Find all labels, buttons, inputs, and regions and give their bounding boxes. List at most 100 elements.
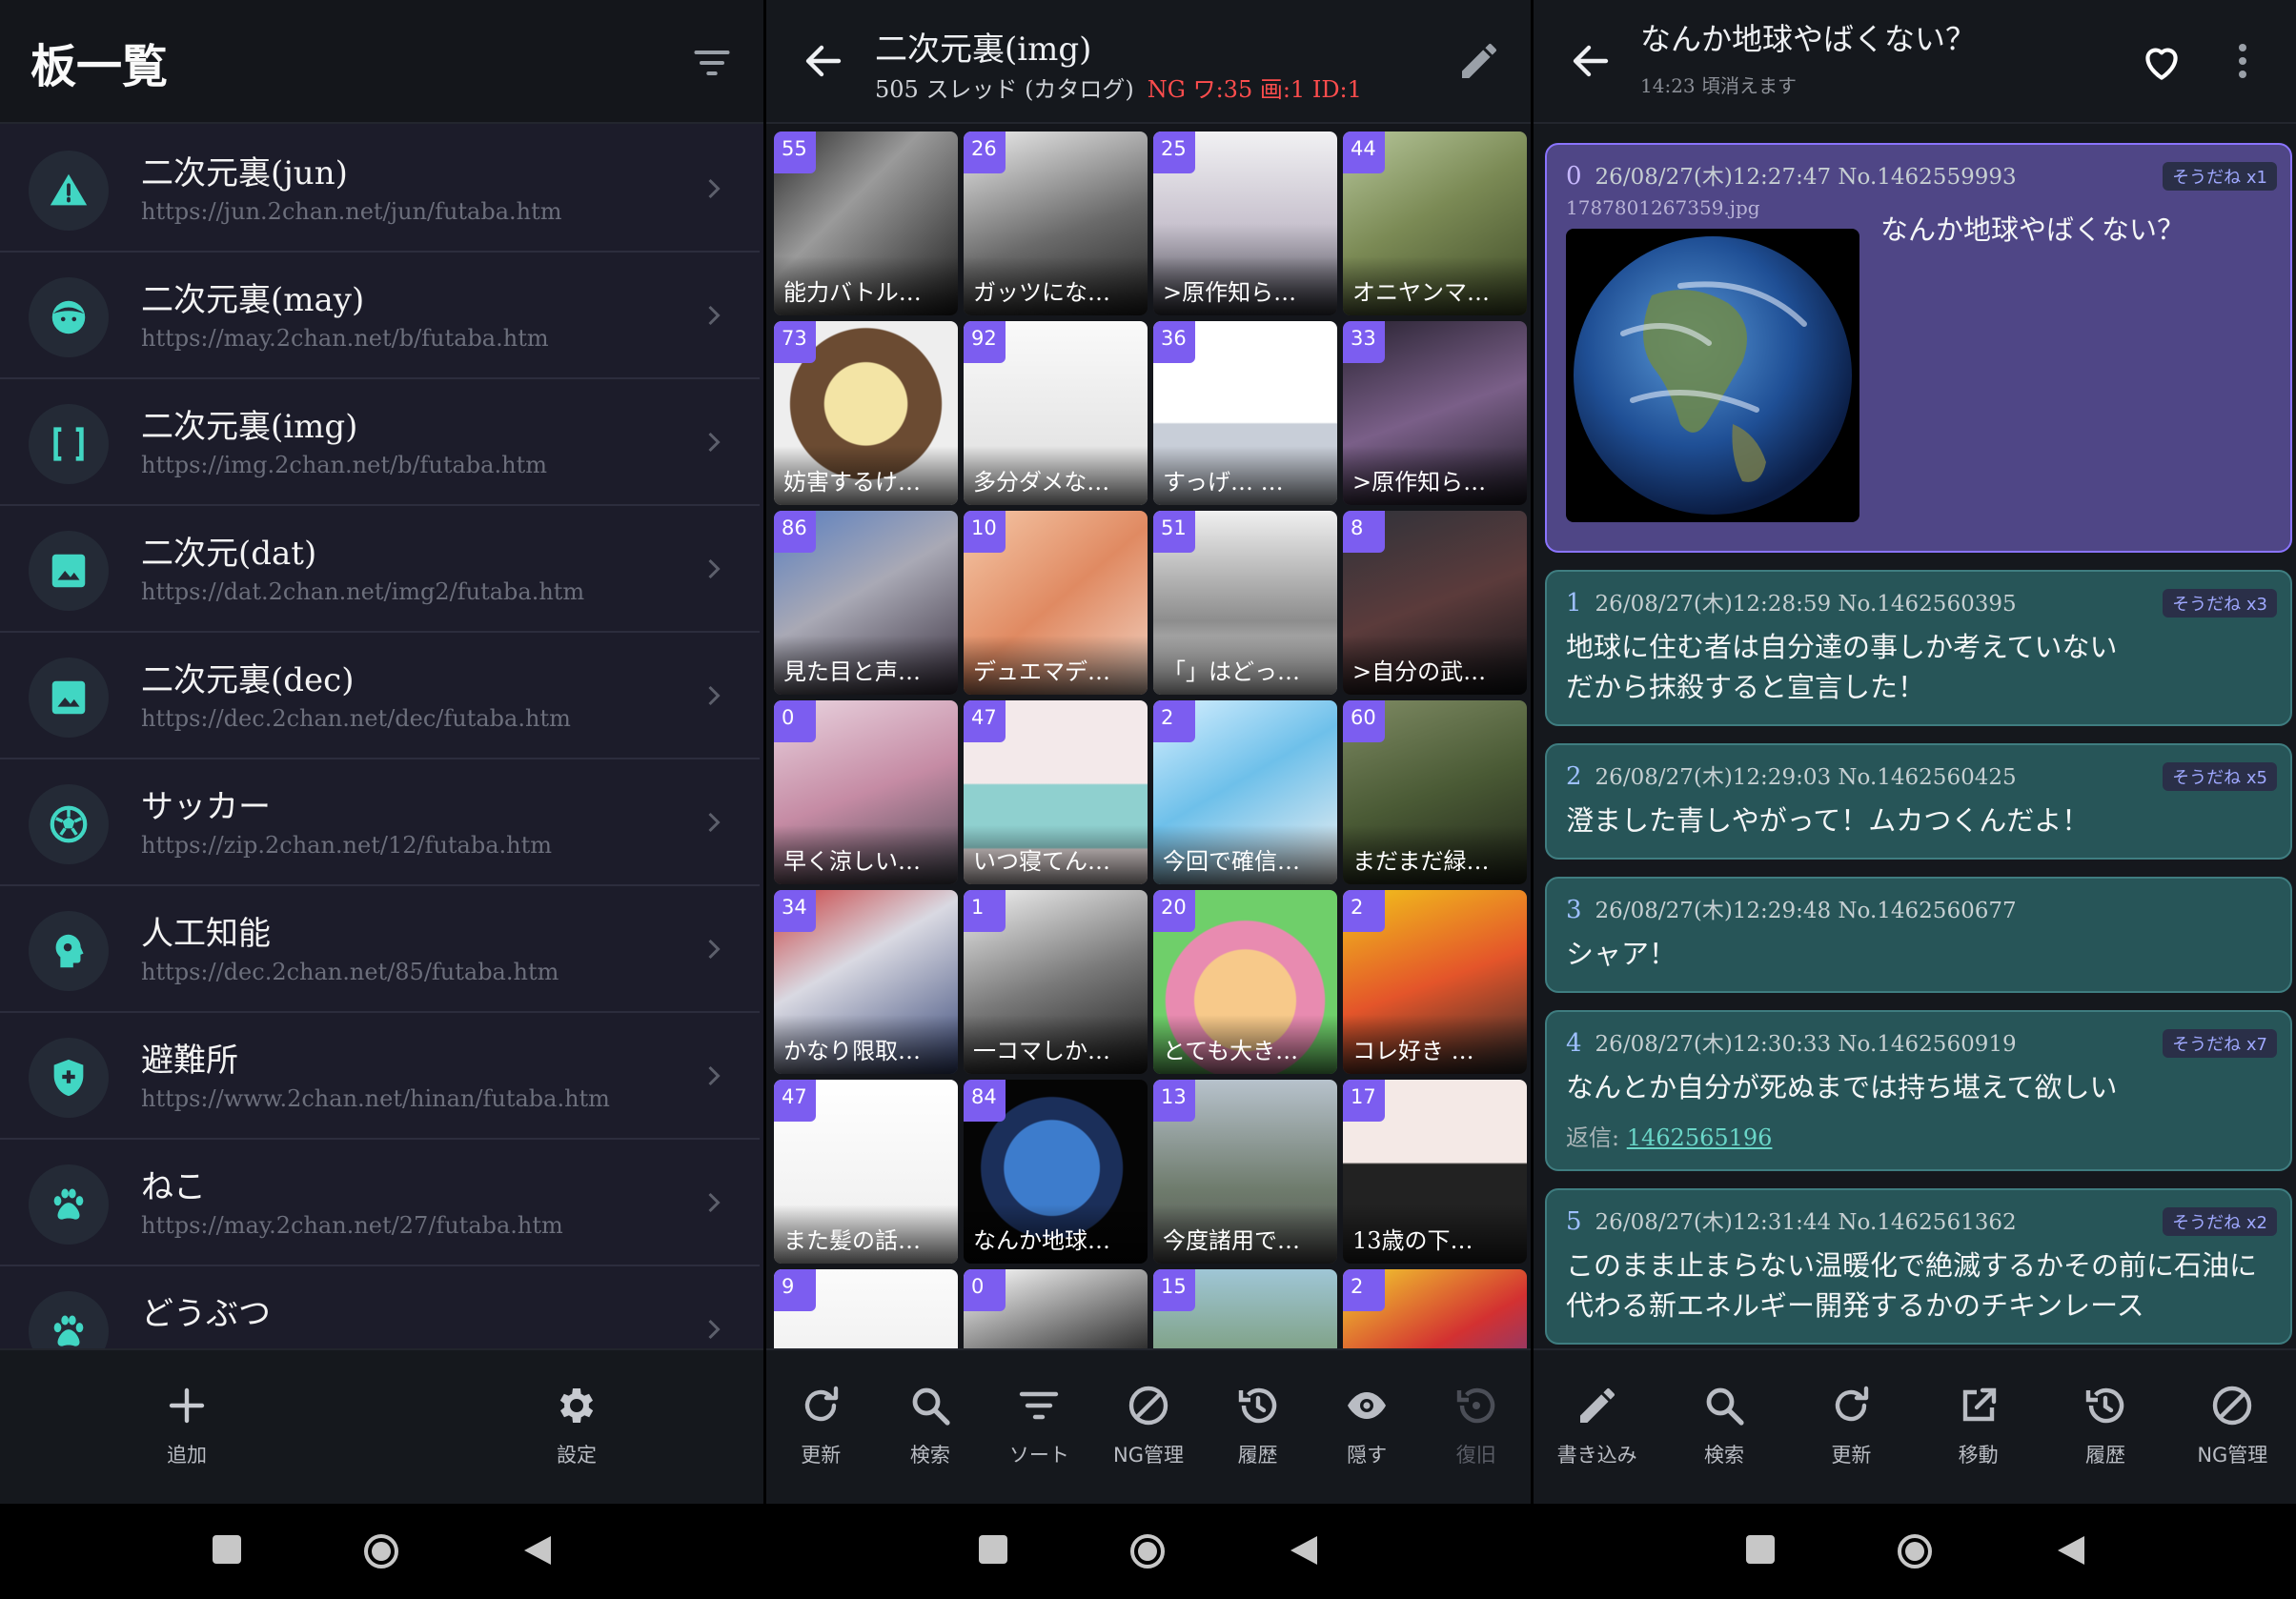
block-button[interactable]: NG管理 <box>2170 1383 2294 1468</box>
action-label: 更新 <box>801 1444 842 1467</box>
more-vert-icon[interactable] <box>2220 38 2266 84</box>
thread-thumbnail[interactable]: 26 ガッツにな… <box>964 132 1148 315</box>
board-item[interactable]: 二次元裏(may) https://may.2chan.net/b/futaba.… <box>0 253 760 379</box>
thread-thumbnail[interactable]: 84 なんか地球… <box>964 1080 1148 1264</box>
action-label: 履歴 <box>1237 1444 1278 1467</box>
action-label: 検索 <box>909 1444 950 1467</box>
reply-post[interactable]: 5 26/08/27(木)12:31:44 No.1462561362 そうだね x… <box>1545 1188 2292 1345</box>
thread-thumbnail[interactable]: 51 「」はどっ… <box>1153 511 1337 695</box>
reply-post[interactable]: 2 26/08/27(木)12:29:03 No.1462560425 そうだね x… <box>1545 743 2292 860</box>
thread-caption: また髪の話… <box>774 1204 958 1264</box>
thread-thumbnail[interactable]: 2 今回で確信… <box>1153 700 1337 884</box>
board-item[interactable]: 二次元裏(jun) https://jun.2chan.net/jun/futab… <box>0 126 760 253</box>
home-button[interactable] <box>362 1532 400 1574</box>
thread-thumbnail[interactable]: 34 かなり限取… <box>774 890 958 1074</box>
thread-thumbnail[interactable]: 0 早く涼しい… <box>774 700 958 884</box>
reply-link[interactable]: 1462565196 <box>1627 1124 1773 1151</box>
eye-button[interactable]: 隠す <box>1305 1383 1429 1468</box>
board-list-action-bar: 追加 設定 <box>0 1348 763 1504</box>
thread-thumbnail[interactable]: 44 オニヤンマ… <box>1343 132 1527 315</box>
thread-thumbnail[interactable]: 15 <box>1153 1269 1337 1348</box>
reply-post[interactable]: 4 26/08/27(木)12:30:33 No.1462560919 そうだね x… <box>1545 1010 2292 1171</box>
sodane-badge[interactable]: そうだね x7 <box>2163 1029 2277 1058</box>
home-button[interactable] <box>1128 1532 1167 1574</box>
search-button[interactable]: 検索 <box>1662 1383 1786 1468</box>
page-title: 板一覧 <box>30 40 169 93</box>
block-button[interactable]: NG管理 <box>1087 1383 1210 1468</box>
image-icon <box>29 531 109 611</box>
pencil-icon <box>1575 1383 1620 1428</box>
open-in-new-button[interactable]: 移動 <box>1917 1383 2041 1468</box>
thread-thumbnail[interactable]: 25 >原作知ら… <box>1153 132 1337 315</box>
thread-thumbnail[interactable]: 47 いつ寝てん… <box>964 700 1148 884</box>
sodane-badge[interactable]: そうだね x5 <box>2163 762 2277 791</box>
reply-reference: 返信: 1462565196 <box>1566 1119 2271 1152</box>
thread-thumbnail[interactable]: 60 まだまだ緑… <box>1343 700 1527 884</box>
thread-thumbnail[interactable]: 2 コレ好き … <box>1343 890 1527 1074</box>
refresh-button[interactable]: 更新 <box>1789 1383 1913 1468</box>
thread-thumbnail[interactable]: 20 とても大き… <box>1153 890 1337 1074</box>
thread-caption: 13歳の下… <box>1343 1204 1527 1264</box>
reply-post[interactable]: 1 26/08/27(木)12:28:59 No.1462560395 そうだね x… <box>1545 570 2292 726</box>
heart-icon[interactable] <box>2138 38 2185 86</box>
back-arrow-icon[interactable] <box>1568 38 1614 84</box>
board-item[interactable]: 二次元裏(img) https://img.2chan.net/b/futaba.… <box>0 379 760 506</box>
back-nav-button[interactable] <box>522 1534 553 1570</box>
thread-thumbnail[interactable]: 17 13歳の下… <box>1343 1080 1527 1264</box>
thread-thumbnail[interactable]: 73 妨害するけ… <box>774 321 958 505</box>
board-item[interactable]: ねこ https://may.2chan.net/27/futaba.htm <box>0 1140 760 1266</box>
sodane-badge[interactable]: そうだね x2 <box>2163 1207 2277 1236</box>
board-item[interactable]: 人工知能 https://dec.2chan.net/85/futaba.htm <box>0 886 760 1013</box>
reply-count-badge: 2 <box>1343 890 1385 932</box>
back-nav-button[interactable] <box>2056 1534 2086 1570</box>
history-button[interactable]: 履歴 <box>2043 1383 2167 1468</box>
refresh-button[interactable]: 更新 <box>766 1383 883 1468</box>
thread-thumbnail[interactable]: 10 デュエマデ… <box>964 511 1148 695</box>
sodane-badge[interactable]: そうだね x3 <box>2163 589 2277 617</box>
back-nav-button[interactable] <box>1289 1534 1319 1570</box>
recent-apps-button[interactable] <box>1745 1534 1776 1569</box>
thread-thumbnail[interactable]: 86 見た目と声… <box>774 511 958 695</box>
recent-apps-button[interactable] <box>212 1534 242 1569</box>
sort-icon[interactable] <box>691 42 733 84</box>
reply-post[interactable]: 3 26/08/27(木)12:29:48 No.1462560677 シャア！ <box>1545 877 2292 993</box>
pencil-button[interactable]: 書き込み <box>1535 1383 1659 1468</box>
thread-thumbnail[interactable]: 8 >自分の武… <box>1343 511 1527 695</box>
home-button[interactable] <box>1896 1532 1934 1574</box>
add-button[interactable]: 追加 <box>125 1383 249 1468</box>
op-post[interactable]: 0 26/08/27(木)12:27:47 No.1462559993 そうだね … <box>1545 143 2292 553</box>
recent-apps-button[interactable] <box>978 1534 1008 1569</box>
pencil-icon[interactable] <box>1456 38 1502 84</box>
catalog-appbar: 二次元裏(img) 505 スレッド (カタログ) NG ワ:35 画:1 ID:… <box>766 0 1531 124</box>
thread-thumbnail[interactable]: 13 今度諸用で… <box>1153 1080 1337 1264</box>
thread-thumbnail[interactable]: 2 <box>1343 1269 1527 1348</box>
board-name: どうぶつ <box>141 1295 271 1333</box>
search-button[interactable]: 検索 <box>868 1383 992 1468</box>
history-icon <box>1235 1383 1281 1428</box>
board-item[interactable]: 二次元(dat) https://dat.2chan.net/img2/futab… <box>0 506 760 633</box>
op-image-earth[interactable] <box>1566 229 1859 522</box>
thread-thumbnail[interactable]: 55 能力バトル… <box>774 132 958 315</box>
board-item[interactable]: サッカー https://zip.2chan.net/12/futaba.htm <box>0 759 760 886</box>
thread-caption: 見た目と声… <box>774 636 958 695</box>
sodane-badge[interactable]: そうだね x1 <box>2163 162 2277 191</box>
thread-thumbnail[interactable]: 36 すっげ… … <box>1153 321 1337 505</box>
board-item[interactable]: どうぶつ <box>0 1266 760 1348</box>
thread-thumbnail[interactable]: 47 また髪の話… <box>774 1080 958 1264</box>
sort-button[interactable]: ソート <box>977 1383 1101 1468</box>
back-arrow-icon[interactable] <box>801 38 846 84</box>
board-item[interactable]: 二次元裏(dec) https://dec.2chan.net/dec/futab… <box>0 633 760 759</box>
history-button[interactable]: 履歴 <box>1196 1383 1320 1468</box>
image-icon <box>29 658 109 738</box>
board-item[interactable]: 避難所 https://www.2chan.net/hinan/futaba.ht… <box>0 1013 760 1140</box>
reply-count-badge: 47 <box>964 700 1006 742</box>
post-number: 5 <box>1566 1207 1582 1236</box>
thread-thumbnail[interactable]: 33 >原作知ら… <box>1343 321 1527 505</box>
thread-thumbnail[interactable]: 92 多分ダメな… <box>964 321 1148 505</box>
settings-button[interactable]: 設定 <box>515 1383 639 1468</box>
thread-thumbnail[interactable]: 9 <box>774 1269 958 1348</box>
reply-count-badge: 26 <box>964 132 1006 173</box>
thread-thumbnail[interactable]: 0 <box>964 1269 1148 1348</box>
thread-thumbnail[interactable]: 1 一コマしか… <box>964 890 1148 1074</box>
paw-icon <box>29 1291 109 1348</box>
